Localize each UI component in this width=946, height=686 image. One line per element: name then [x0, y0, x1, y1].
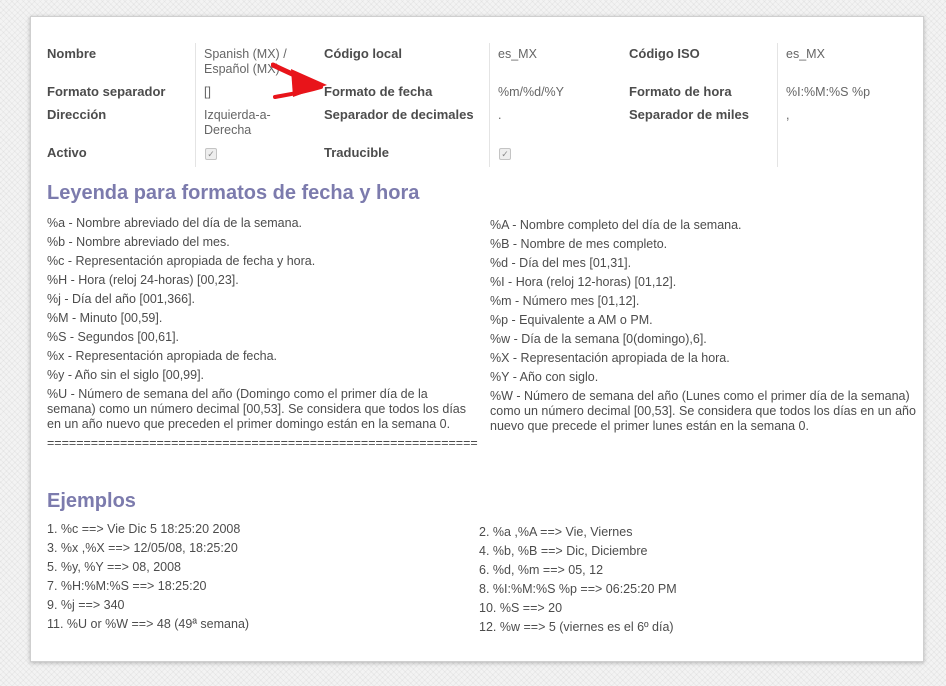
- example-item: 9. %j ==> 340: [47, 598, 125, 612]
- activo-label: Activo: [47, 145, 87, 160]
- legend-item: %w - Día de la semana [0(domingo),6].: [490, 332, 707, 346]
- form-sheet: Nombre Spanish (MX) / Español (MX) Códig…: [30, 16, 924, 662]
- legend-separator: ========================================…: [47, 436, 478, 450]
- traducible-checkbox[interactable]: ✓: [499, 148, 511, 160]
- legend-left-column: %a - Nombre abreviado del día de la sema…: [47, 216, 479, 455]
- legend-item: %p - Equivalente a AM o PM.: [490, 313, 653, 327]
- legend-item: %a - Nombre abreviado del día de la sema…: [47, 216, 303, 230]
- field-divider: [195, 43, 196, 167]
- separador-decimales-label: Separador de decimales: [324, 107, 474, 122]
- legend-item: %B - Nombre de mes completo.: [490, 237, 668, 251]
- codigo-iso-label: Código ISO: [629, 46, 700, 61]
- codigo-local-value: es_MX: [498, 47, 537, 61]
- legend-item: %H - Hora (reloj 24-horas) [00,23].: [47, 273, 239, 287]
- examples-right-column: 2. %a ,%A ==> Vie, Viernes 4. %b, %B ==> …: [479, 525, 899, 639]
- legend-item: %x - Representación apropiada de fecha.: [47, 349, 278, 363]
- legend-item: %A - Nombre completo del día de la seman…: [490, 218, 742, 232]
- annotation-arrow: [271, 62, 327, 99]
- legend-item: %I - Hora (reloj 12-horas) [01,12].: [490, 275, 677, 289]
- formato-fecha-value: %m/%d/%Y: [498, 85, 564, 99]
- nombre-label: Nombre: [47, 46, 97, 61]
- legend-item: %c - Representación apropiada de fecha y…: [47, 254, 316, 268]
- formato-hora-label: Formato de hora: [629, 84, 732, 99]
- formato-fecha-label: Formato de fecha: [324, 84, 433, 99]
- separador-miles-label: Separador de miles: [629, 107, 749, 122]
- example-item: 2. %a ,%A ==> Vie, Viernes: [479, 525, 633, 539]
- separador-miles-value: ,: [786, 108, 790, 122]
- example-item: 6. %d, %m ==> 05, 12: [479, 563, 604, 577]
- example-item: 5. %y, %Y ==> 08, 2008: [47, 560, 182, 574]
- legend-item: %X - Representación apropiada de la hora…: [490, 351, 730, 365]
- examples-title: Ejemplos: [47, 490, 136, 512]
- legend-right-column: %A - Nombre completo del día de la seman…: [490, 218, 922, 438]
- example-item: 11. %U or %W ==> 48 (49ª semana): [47, 617, 250, 631]
- legend-item: %m - Número mes [01,12].: [490, 294, 640, 308]
- direccion-label: Dirección: [47, 107, 107, 122]
- example-item: 4. %b, %B ==> Dic, Diciembre: [479, 544, 648, 558]
- example-item: 3. %x ,%X ==> 12/05/08, 18:25:20: [47, 541, 238, 555]
- traducible-label: Traducible: [324, 145, 390, 160]
- example-item: 12. %w ==> 5 (viernes es el 6º día): [479, 620, 674, 634]
- legend-item: %d - Día del mes [01,31].: [490, 256, 632, 270]
- field-divider: [489, 43, 490, 167]
- codigo-local-label: Código local: [324, 46, 402, 61]
- legend-title: Leyenda para formatos de fecha y hora: [47, 182, 420, 204]
- direccion-value: Izquierda-a-Derecha: [204, 108, 271, 137]
- legend-item: %b - Nombre abreviado del mes.: [47, 235, 230, 249]
- example-item: 10. %S ==> 20: [479, 601, 563, 615]
- legend-item: %M - Minuto [00,59].: [47, 311, 163, 325]
- activo-checkbox[interactable]: ✓: [205, 148, 217, 160]
- separador-decimales-value: .: [498, 108, 502, 122]
- legend-item: %y - Año sin el siglo [00,99].: [47, 368, 205, 382]
- formato-separador-value: []: [204, 85, 211, 99]
- legend-item: %W - Número de semana del año (Lunes com…: [490, 389, 916, 433]
- legend-item: %U - Número de semana del año (Domingo c…: [47, 387, 466, 431]
- legend-item: %Y - Año con siglo.: [490, 370, 599, 384]
- formato-separador-label: Formato separador: [47, 84, 166, 99]
- example-item: 7. %H:%M:%S ==> 18:25:20: [47, 579, 207, 593]
- legend-item: %j - Día del año [001,366].: [47, 292, 196, 306]
- example-item: 1. %c ==> Vie Dic 5 18:25:20 2008: [47, 522, 241, 536]
- field-divider: [777, 43, 778, 167]
- formato-hora-value: %I:%M:%S %p: [786, 85, 871, 99]
- codigo-iso-value: es_MX: [786, 47, 825, 61]
- example-item: 8. %I:%M:%S %p ==> 06:25:20 PM: [479, 582, 677, 596]
- legend-item: %S - Segundos [00,61].: [47, 330, 180, 344]
- examples-left-column: 1. %c ==> Vie Dic 5 18:25:20 2008 3. %x ,…: [47, 522, 467, 636]
